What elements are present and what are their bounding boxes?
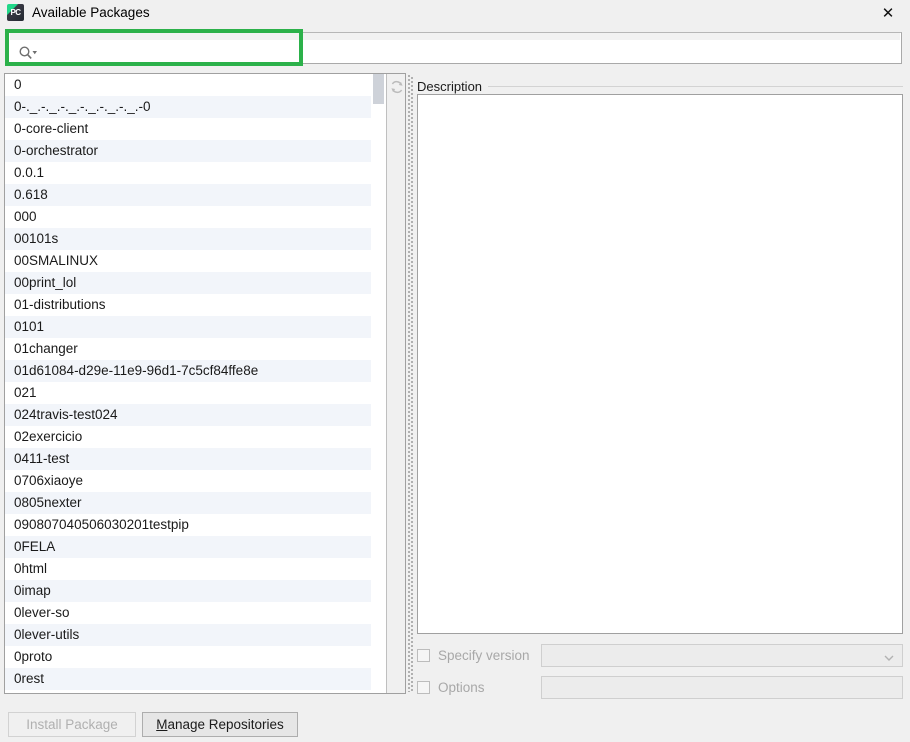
package-list-item[interactable]: 00SMALINUX [5, 250, 371, 272]
package-list-item[interactable]: 0-._.-._.-._.-._.-._.-._.-0 [5, 96, 371, 118]
package-list-item[interactable] [5, 690, 371, 693]
pycharm-icon-label: PC [10, 8, 21, 17]
package-list-item[interactable]: 0rest [5, 668, 371, 690]
search-bar [0, 30, 910, 66]
package-list-scrollbar[interactable] [371, 74, 385, 693]
manage-repositories-button[interactable]: Manage Repositories [142, 712, 298, 737]
available-packages-list-panel: 0 0-._.-._.-._.-._.-._.-._.-0 0-core-clien… [4, 73, 406, 694]
package-list-item[interactable]: 000 [5, 206, 371, 228]
install-package-button[interactable]: Install Package [8, 712, 136, 737]
package-list-item[interactable]: 0FELA [5, 536, 371, 558]
specify-version-label: Specify version [438, 647, 530, 663]
scrollbar-thumb[interactable] [373, 74, 384, 104]
description-box [417, 94, 903, 634]
package-list-item[interactable]: 00print_lol [5, 272, 371, 294]
panel-splitter[interactable] [407, 73, 414, 694]
version-combobox[interactable] [541, 643, 903, 667]
package-list-item[interactable]: 0imap [5, 580, 371, 602]
package-list-item[interactable]: 0lever-utils [5, 624, 371, 646]
search-field[interactable] [8, 32, 902, 64]
package-list-item[interactable]: 0proto [5, 646, 371, 668]
description-legend: Description [417, 79, 489, 94]
dialog-footer: Install Package Manage Repositories CSDN… [0, 700, 910, 742]
package-list-item[interactable]: 01d61084-d29e-11e9-96d1-7c5cf84ffe8e [5, 360, 371, 382]
description-text [418, 95, 902, 105]
options-label: Options [438, 679, 485, 695]
close-icon[interactable]: ✕ [866, 0, 910, 26]
package-list-item[interactable]: 0 [5, 74, 371, 96]
search-field-top-shade [10, 33, 900, 40]
manage-repositories-label: anage Repositories [167, 717, 284, 732]
package-list-item[interactable]: 0lever-so [5, 602, 371, 624]
page-title: Available Packages [32, 5, 150, 20]
package-list-item[interactable]: 01-distributions [5, 294, 371, 316]
specify-version-row: Specify version [417, 643, 903, 667]
package-list-item[interactable]: 0411-test [5, 448, 371, 470]
package-list-item[interactable]: 0-orchestrator [5, 140, 371, 162]
options-row: Options [417, 675, 903, 699]
chevron-down-icon [884, 651, 894, 661]
package-list-item[interactable]: 0805nexter [5, 492, 371, 514]
package-list-item[interactable]: 01changer [5, 338, 371, 360]
package-list-item[interactable]: 0.0.1 [5, 162, 371, 184]
package-list-item[interactable]: 00101s [5, 228, 371, 250]
package-list-item[interactable]: 02exercicio [5, 426, 371, 448]
specify-version-checkbox[interactable] [417, 648, 430, 662]
search-input[interactable] [41, 42, 891, 62]
refresh-icon[interactable] [390, 80, 404, 94]
package-list-item[interactable]: 0-core-client [5, 118, 371, 140]
manage-repositories-mnemonic: M [156, 717, 168, 732]
package-list-item[interactable]: 0101 [5, 316, 371, 338]
description-legend-rule [417, 86, 903, 87]
package-list-item[interactable]: 090807040506030201testpip [5, 514, 371, 536]
available-packages-dialog: PC Available Packages ✕ 0 0-._.-._.-._.-.… [0, 0, 910, 742]
package-list-item[interactable]: 0706xiaoye [5, 470, 371, 492]
options-input[interactable] [541, 675, 903, 699]
description-panel: Description Specify version Options [414, 73, 906, 699]
package-list-item[interactable]: 021 [5, 382, 371, 404]
title-bar: PC Available Packages ✕ [0, 0, 910, 26]
splitter-grip [408, 75, 413, 692]
package-list[interactable]: 0 0-._.-._.-._.-._.-._.-._.-0 0-core-clien… [5, 74, 371, 693]
search-icon[interactable] [18, 45, 38, 61]
pycharm-icon: PC [7, 4, 24, 21]
package-list-item[interactable]: 0.618 [5, 184, 371, 206]
package-list-item[interactable]: 0html [5, 558, 371, 580]
package-list-item[interactable]: 024travis-test024 [5, 404, 371, 426]
options-checkbox[interactable] [417, 680, 430, 694]
list-side-toolbar [386, 74, 405, 693]
